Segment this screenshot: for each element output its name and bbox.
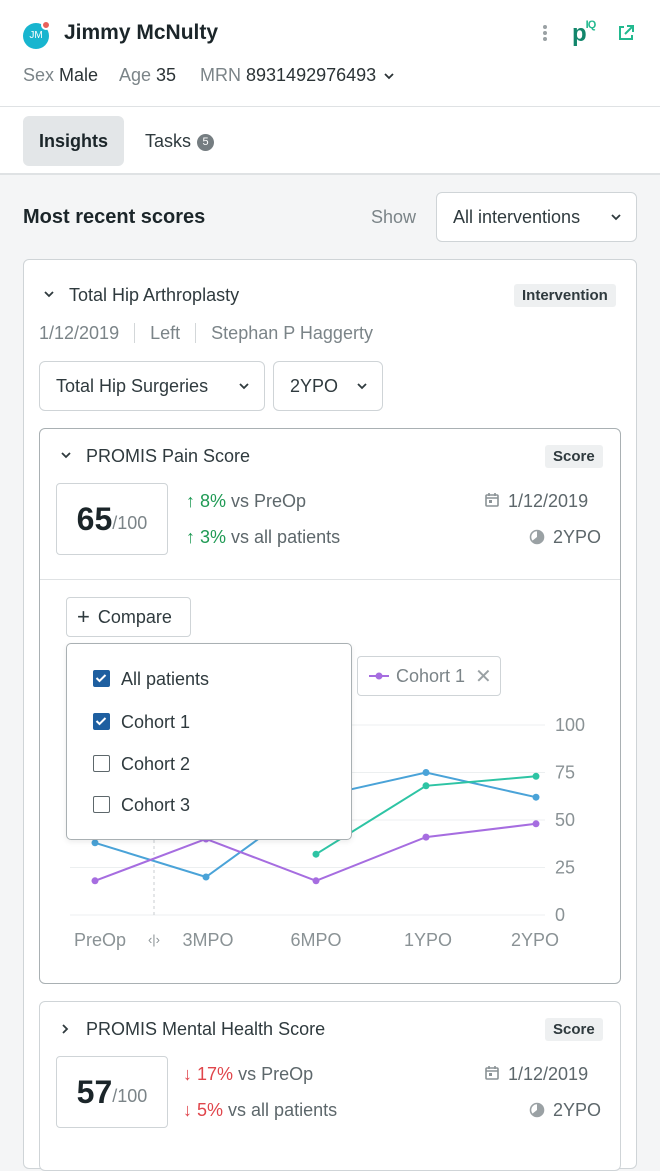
- show-label: Show: [371, 207, 417, 227]
- score-title: PROMIS Pain Score: [86, 446, 251, 466]
- intervention-details: 1/12/2019 Left Stephan P Haggerty: [39, 323, 373, 344]
- intervention-filter-select[interactable]: All interventions: [436, 192, 637, 242]
- divider: [40, 579, 620, 580]
- score-timepoint: 2YPO: [529, 527, 601, 548]
- trend-vs-preop: ↓ 17% vs PreOp: [183, 1064, 314, 1084]
- plus-icon: +: [77, 604, 90, 629]
- intervention-tag: Intervention: [514, 284, 616, 307]
- option-label[interactable]: Cohort 1: [121, 712, 190, 733]
- score-value-box: 57/100: [56, 1056, 168, 1128]
- intervention-side: Left: [150, 323, 181, 343]
- close-icon[interactable]: ✕: [475, 664, 492, 689]
- y-tick-label: 75: [555, 763, 575, 783]
- x-tick-label: 3MPO: [182, 930, 233, 950]
- option-label[interactable]: Cohort 3: [121, 795, 190, 816]
- data-point: [532, 772, 540, 780]
- score-title: PROMIS Mental Health Score: [86, 1019, 326, 1039]
- arrow-up-icon: ↑: [186, 527, 195, 547]
- tasks-count-badge: 5: [197, 134, 215, 151]
- score-date: 1/12/2019: [484, 1064, 588, 1085]
- tab-tasks[interactable]: Tasks 5: [129, 116, 230, 166]
- data-point: [91, 877, 99, 885]
- intervention-title: Total Hip Arthroplasty: [69, 285, 240, 305]
- score-timepoint: 2YPO: [529, 1100, 601, 1121]
- trend-vs-all-patients: ↑ 3% vs all patients: [186, 527, 341, 547]
- age-field: Age 35: [119, 65, 177, 85]
- arrow-down-icon: ↓: [183, 1100, 192, 1120]
- option-label[interactable]: Cohort 2: [121, 754, 190, 775]
- tab-bar: Insights Tasks 5: [0, 107, 660, 175]
- option-label[interactable]: All patients: [121, 669, 209, 690]
- y-tick-label: 0: [555, 905, 565, 925]
- data-point: [532, 793, 540, 801]
- score-value-box: 65/100: [56, 483, 168, 555]
- data-point: [312, 850, 320, 858]
- piq-logo: pIQ: [572, 19, 596, 47]
- patient-name: Jimmy McNulty: [64, 21, 219, 44]
- external-link-icon[interactable]: [617, 24, 635, 42]
- sex-field: Sex Male: [23, 65, 99, 85]
- trend-vs-all-patients: ↓ 5% vs all patients: [183, 1100, 338, 1120]
- y-tick-label: 50: [555, 810, 575, 830]
- tab-insights[interactable]: Insights: [23, 116, 125, 166]
- chevron-right-icon[interactable]: [60, 1022, 72, 1036]
- data-point: [91, 839, 99, 847]
- cohort-select[interactable]: Total Hip Surgeries: [39, 361, 265, 411]
- score-date: 1/12/2019: [484, 491, 588, 512]
- more-options-icon[interactable]: [538, 24, 552, 44]
- chevron-down-icon: [611, 214, 621, 221]
- y-tick-label: 25: [555, 858, 575, 878]
- checkbox-cohort-1[interactable]: [93, 713, 110, 730]
- arrow-up-icon: ↑: [186, 491, 195, 511]
- expand-arrows-icon: ‹|›: [148, 932, 160, 947]
- chevron-down-icon: [239, 383, 249, 390]
- score-tag: Score: [545, 445, 603, 468]
- data-point: [422, 769, 430, 776]
- x-tick-label: 2YPO: [511, 930, 559, 950]
- timepoint-select[interactable]: 2YPO: [273, 361, 383, 411]
- compare-button[interactable]: + Compare: [66, 597, 191, 637]
- compare-dropdown: All patients Cohort 1 Cohort 2 Cohort 3: [66, 643, 352, 840]
- progress-circle-icon: [529, 1102, 545, 1118]
- patient-header: JM Jimmy McNulty pIQ Sex Male Age 35 MRN…: [0, 0, 660, 107]
- series-marker-icon: [369, 672, 389, 680]
- chevron-down-icon[interactable]: [59, 450, 73, 462]
- cohort-chip[interactable]: Cohort 1 ✕: [357, 656, 501, 696]
- x-tick-label: PreOp: [74, 930, 126, 950]
- trend-vs-preop: ↑ 8% vs PreOp: [186, 491, 307, 511]
- score-tag: Score: [545, 1018, 603, 1041]
- data-point: [422, 833, 430, 841]
- intervention-date: 1/12/2019: [39, 323, 120, 343]
- data-point: [532, 820, 540, 828]
- calendar-icon: [485, 493, 499, 507]
- data-point: [312, 877, 320, 885]
- calendar-icon: [485, 1066, 499, 1080]
- x-tick-label: 6MPO: [290, 930, 341, 950]
- checkbox-all-patients[interactable]: [93, 670, 110, 687]
- mrn-field[interactable]: MRN 8931492976493: [200, 65, 395, 86]
- chevron-down-icon: [357, 383, 367, 390]
- chevron-down-icon: [384, 73, 394, 80]
- progress-circle-icon: [529, 529, 545, 545]
- x-tick-label: 1YPO: [404, 930, 452, 950]
- checkbox-cohort-3[interactable]: [93, 796, 110, 813]
- y-tick-label: 100: [555, 715, 585, 735]
- arrow-down-icon: ↓: [183, 1064, 192, 1084]
- intervention-surgeon: Stephan P Haggerty: [211, 323, 373, 343]
- data-point: [422, 782, 430, 790]
- section-title: Most recent scores: [23, 206, 206, 228]
- data-point: [202, 873, 210, 881]
- notification-dot: [41, 20, 51, 30]
- chevron-down-icon[interactable]: [42, 289, 56, 301]
- checkbox-cohort-2[interactable]: [93, 755, 110, 772]
